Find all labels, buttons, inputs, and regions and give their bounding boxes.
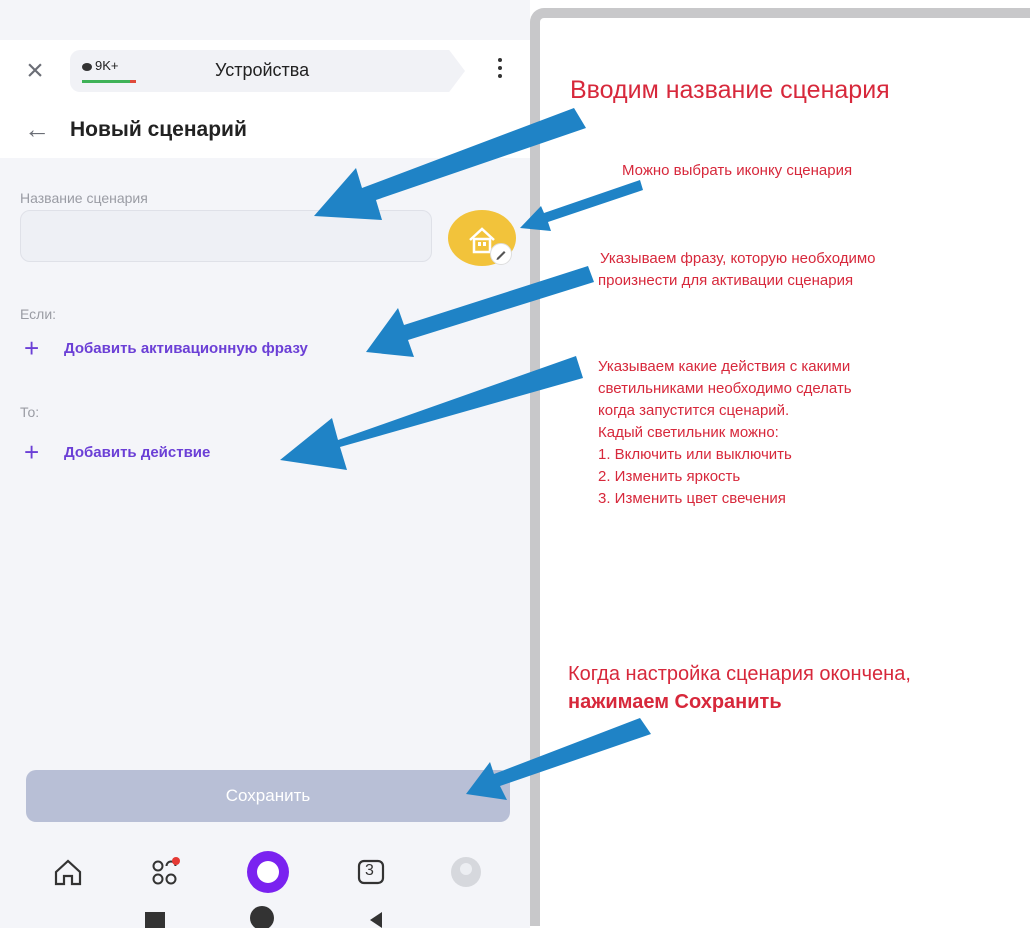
badge-underline — [82, 80, 132, 83]
recents-icon[interactable] — [145, 912, 165, 928]
add-action-button[interactable]: + Добавить действие — [24, 437, 264, 467]
annotation-line: Указываем фразу, которую необходимо — [600, 250, 876, 267]
notification-badge: 9K+ — [82, 58, 142, 78]
save-button[interactable]: Сохранить — [26, 770, 510, 822]
tabs-counter-icon[interactable]: 3 — [352, 852, 392, 892]
annotation-line: Кадый светильник можно: — [598, 424, 779, 441]
scenario-name-input[interactable] — [20, 210, 432, 262]
bottom-navigation: 3 — [0, 840, 530, 928]
badge-underline-alert — [130, 80, 136, 83]
apps-icon[interactable] — [145, 852, 185, 892]
phone-screen: × 9K+ Устройства ← Новый сценарий Назван… — [0, 0, 530, 928]
kebab-menu-icon[interactable] — [490, 54, 510, 88]
tab-devices[interactable]: 9K+ Устройства — [70, 50, 465, 92]
back-triangle-icon[interactable] — [370, 912, 382, 928]
badge-count: 9K+ — [95, 58, 119, 73]
annotation-line: светильниками необходимо сделать — [598, 380, 852, 397]
annotation-choose-icon: Можно выбрать иконку сценария — [622, 162, 853, 179]
annotation-actions: Указываем какие действия с какими светил… — [598, 356, 852, 510]
plus-icon: + — [24, 437, 40, 467]
tab-title: Устройства — [215, 60, 310, 80]
annotation-line: Когда настройка сценария окончена, — [568, 663, 911, 685]
annotation-line: 2. Изменить яркость — [598, 468, 741, 485]
alice-icon[interactable] — [244, 848, 292, 896]
close-icon[interactable]: × — [18, 56, 52, 86]
chat-bubble-icon — [82, 62, 92, 71]
then-section-label: То: — [20, 404, 40, 420]
add-activation-phrase-button[interactable]: + Добавить активационную фразу — [24, 333, 384, 363]
annotation-line: произнести для активации сценария — [598, 272, 854, 289]
annotation-line: когда запустится сценарий. — [598, 402, 790, 419]
home-icon[interactable] — [48, 852, 88, 892]
annotation-line: Указываем какие действия с какими — [598, 358, 851, 375]
annotation-line: 3. Изменить цвет свечения — [598, 490, 786, 507]
home-circle-icon[interactable] — [250, 906, 274, 928]
back-arrow-icon[interactable]: ← — [24, 114, 50, 144]
if-section-label: Если: — [20, 306, 57, 322]
annotation-activation-phrase: Указываем фразу, которую необходимо прои… — [598, 248, 876, 292]
annotation-enter-name: Вводим название сценария — [570, 76, 890, 104]
add-phrase-label: Добавить активационную фразу — [64, 340, 308, 357]
scenario-name-label: Название сценария — [20, 190, 148, 206]
tabs-count: 3 — [365, 862, 374, 879]
profile-icon[interactable] — [446, 852, 486, 892]
pencil-icon[interactable] — [490, 243, 512, 265]
page-header: ← Новый сценарий — [0, 102, 530, 158]
browser-top-bar: × 9K+ Устройства — [0, 40, 530, 102]
page-title: Новый сценарий — [70, 118, 247, 141]
add-action-label: Добавить действие — [64, 444, 211, 461]
plus-icon: + — [24, 333, 40, 363]
annotation-save: Когда настройка сценария окончена, нажим… — [568, 660, 911, 716]
annotation-line: нажимаем Сохранить — [568, 691, 782, 713]
annotation-line: 1. Включить или выключить — [598, 446, 792, 463]
